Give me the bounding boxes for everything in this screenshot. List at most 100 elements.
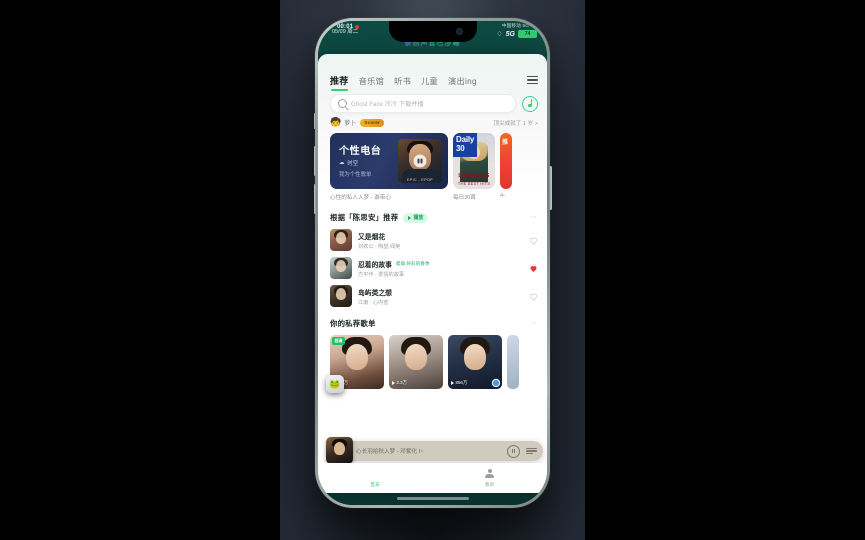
video-count-text: 2.3万: [396, 380, 408, 385]
video-card[interactable]: 856万: [448, 335, 502, 389]
more-dots-icon[interactable]: ⋯: [530, 320, 538, 327]
banner-subtitle-2: 我为个性歌单: [339, 172, 372, 178]
bottom-nav-bar: 音乐 我的: [318, 463, 547, 493]
banner-subtitle-1-text: 时空: [347, 161, 359, 167]
front-camera-icon: [455, 28, 463, 35]
app-scroll-area[interactable]: 推荐 音乐馆 听书 儿童 演出ing Ghost Face 冷冷 下载并播 🧒 …: [318, 54, 547, 493]
play-triangle-icon: [392, 381, 395, 385]
play-triangle-icon: [408, 215, 412, 220]
video-face: [346, 344, 368, 370]
avatar-emoji-icon: 🧒: [330, 117, 342, 127]
screenshot-stage: 00:01 05/09 周二 中国移动 5G 4G ♢ 5G 74 录制声音已涉…: [0, 0, 865, 540]
search-row: Ghost Face 冷冷 下载并播: [318, 91, 547, 113]
section-title: 你的私荐歌单: [330, 319, 376, 328]
recommend-section: 根据「陈思安」推荐 播放 ⋯ 又是烟花 刘欢公 - 陶喆 闻英 忍着的故事 蜡角…: [318, 201, 547, 307]
pause-icon[interactable]: [413, 154, 427, 168]
section-title: 根据「陈思安」推荐: [330, 213, 399, 222]
banner-third-title: 推: [502, 140, 509, 146]
video-play-count: 2.3万: [392, 380, 407, 386]
battery-badge: 74: [518, 30, 537, 38]
volume-down-button[interactable]: [313, 184, 316, 214]
display-notch: [388, 21, 477, 42]
play-all-label: 播放: [413, 215, 424, 221]
like-icon[interactable]: [529, 236, 538, 245]
song-row[interactable]: 又是烟花 刘欢公 - 陶喆 闻英: [330, 223, 538, 251]
daily-artist-line2: THE BEST HITS: [457, 181, 491, 186]
song-row[interactable]: 岛屿类之想 江南 - 心内密: [330, 279, 538, 307]
bottom-nav-music[interactable]: 音乐: [318, 463, 433, 493]
video-card[interactable]: [507, 335, 519, 389]
banner-personal-radio[interactable]: 个性电台 ☁ 时空 我为个性歌单 EPIC - EPOP: [330, 133, 448, 189]
play-triangle-icon: [451, 381, 454, 385]
banner-caption-3: 4-: [500, 193, 505, 199]
banner-captions: 心性的私人入梦 - 谁带心 每日30首 4-: [318, 189, 547, 201]
volume-up-button[interactable]: [313, 146, 316, 176]
song-text: 又是烟花 刘欢公 - 陶喆 闻英: [358, 231, 523, 250]
banner-caption-1: 心性的私人入梦 - 谁带心: [330, 195, 391, 201]
tab-audiobook[interactable]: 听书: [394, 75, 411, 91]
video-face: [464, 344, 486, 370]
banner-daily-30[interactable]: Daily 30 LIAN ROSS THE BEST HITS ♡: [453, 133, 495, 189]
banner-caption-2: 每日30首: [453, 195, 477, 201]
status-carrier: 中国移动 5G 4G: [501, 23, 537, 28]
home-indicator[interactable]: [396, 497, 469, 500]
daily-tag-line2: 30: [456, 143, 465, 153]
banner-carousel[interactable]: 个性电台 ☁ 时空 我为个性歌单 EPIC - EPOP Daily 30 LI…: [318, 127, 547, 189]
chip-right-label[interactable]: 顶尖成就了 1 岁 >: [493, 119, 538, 127]
hamburger-menu-icon[interactable]: [527, 76, 538, 84]
song-title: 忍着的故事 蜡角 好彩的春季: [358, 259, 523, 269]
tab-recommend[interactable]: 推荐: [330, 74, 349, 91]
mini-player[interactable]: 心长羽拾秋入梦 - 邓紫化 I~: [326, 437, 543, 464]
video-card[interactable]: 2.3万: [389, 335, 443, 389]
silent-switch[interactable]: [314, 113, 316, 129]
playlist-section-header: 你的私荐歌单 ⋯: [330, 318, 538, 329]
daily-artist-line1: LIAN ROSS: [458, 173, 490, 179]
song-cover: [330, 257, 352, 279]
heart-outline-icon[interactable]: ♡: [487, 136, 492, 143]
music-note-icon[interactable]: [522, 95, 538, 112]
daily-tag: Daily 30: [453, 133, 478, 157]
like-icon-filled[interactable]: [529, 264, 538, 273]
bottom-nav-profile[interactable]: 我的: [433, 463, 548, 493]
song-artist: 刘欢公 - 陶喆 闻英: [358, 243, 401, 250]
song-text: 岛屿类之想 江南 - 心内密: [358, 287, 523, 306]
quality-badge: 超清: [332, 337, 345, 345]
video-marker-dot: [493, 380, 499, 386]
status-icons: ♢ 5G 74: [496, 30, 537, 38]
recommend-section-header: 根据「陈思安」推荐 播放 ⋯: [330, 212, 538, 223]
tab-music-hall[interactable]: 音乐馆: [359, 75, 384, 91]
song-title: 岛屿类之想: [358, 287, 523, 297]
song-text: 忍着的故事 蜡角 好彩的春季 方平作 - 爱情的故事: [358, 259, 523, 278]
video-play-count: 856万: [451, 380, 467, 386]
search-input[interactable]: Ghost Face 冷冷 下载并播: [330, 94, 516, 113]
music-app-window: 推荐 音乐馆 听书 儿童 演出ing Ghost Face 冷冷 下载并播 🧒 …: [318, 54, 547, 493]
top-tab-bar: 推荐 音乐馆 听书 儿童 演出ing: [318, 54, 547, 91]
song-artist: 江南 - 心内密: [358, 299, 389, 306]
song-row[interactable]: 忍着的故事 蜡角 好彩的春季 方平作 - 爱情的故事: [330, 251, 538, 279]
song-title: 又是烟花: [358, 231, 523, 241]
promo-chip-row[interactable]: 🧒 萝卜 Scorer 顶尖成就了 1 岁 >: [318, 113, 547, 128]
bottom-nav-label: 音乐: [370, 481, 381, 487]
play-all-button[interactable]: 播放: [403, 212, 429, 223]
tab-kids[interactable]: 儿童: [421, 75, 438, 91]
status-bar-right: 中国移动 5G 4G ♢ 5G 74: [496, 23, 537, 38]
video-face: [405, 344, 427, 370]
playlist-section: 你的私荐歌单 ⋯: [318, 307, 547, 329]
power-button[interactable]: [549, 166, 552, 210]
chip-label: 萝卜: [344, 121, 357, 127]
pause-circle-icon[interactable]: [507, 444, 520, 458]
more-dots-icon[interactable]: ⋯: [530, 214, 538, 221]
floating-assistant-icon[interactable]: 🐸: [326, 375, 344, 393]
song-artist: 方平作 - 爱情的故事: [358, 271, 405, 278]
banner-third[interactable]: 推: [500, 133, 512, 189]
mini-player-cover[interactable]: [326, 437, 353, 464]
song-cover: [330, 285, 352, 307]
tab-live-show[interactable]: 演出ing: [448, 75, 477, 91]
song-title-text: 岛屿类之想: [358, 289, 392, 297]
song-tag: 蜡角 好彩的春季: [395, 260, 430, 266]
like-icon[interactable]: [529, 292, 538, 301]
playlist-queue-icon[interactable]: [526, 447, 537, 455]
video-carousel[interactable]: 超清 1.6万 2.3万: [318, 329, 547, 389]
banner-thumbnail: EPIC - EPOP: [398, 139, 442, 183]
network-type-label: 5G: [505, 30, 515, 38]
